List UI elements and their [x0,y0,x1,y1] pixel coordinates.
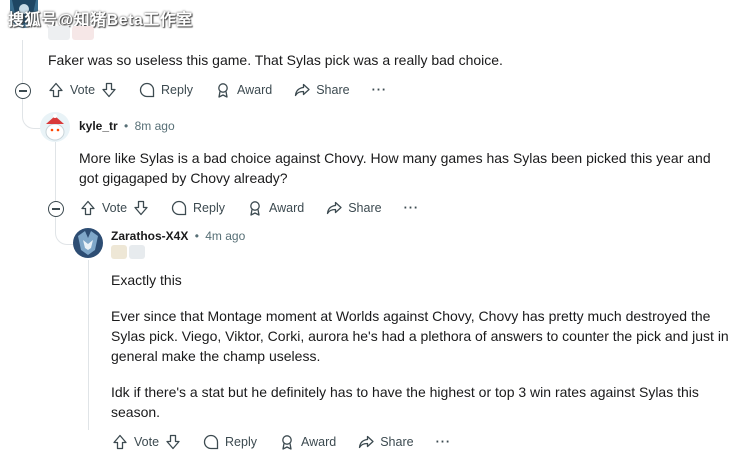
award-icon [282,435,292,450]
comment-1-text: Faker was so useless this game. That Syl… [48,52,503,68]
share-label: Share [348,201,382,215]
reply-button[interactable]: Reply [139,82,193,98]
share-button[interactable]: Share [326,200,382,216]
reply-label: Reply [193,201,225,215]
timestamp: 8m ago [134,119,175,133]
action-bar-1: Vote Reply Award Share ··· [48,78,409,102]
share-icon [359,435,374,449]
user-flair-top [48,26,94,40]
award-button[interactable]: Award [215,82,272,98]
vote-label: Vote [134,435,160,449]
reply-button[interactable]: Reply [203,434,257,450]
more-options-button[interactable]: ··· [372,83,388,97]
more-options-button[interactable]: ··· [436,435,452,449]
collapse-button-2[interactable] [48,201,64,217]
timestamp: 4m ago [205,229,246,243]
more-options-button[interactable]: ··· [404,201,420,215]
separator-dot: • [124,119,129,133]
share-button[interactable]: Share [294,82,350,98]
vote-group-3: Vote [112,434,181,450]
reply-bubble-icon [171,200,187,216]
champion-flair-icon [129,245,145,259]
reply-button[interactable]: Reply [171,200,225,216]
share-icon [327,201,342,215]
comment-3-paragraph-1: Exactly this [111,272,182,288]
collapse-button-1[interactable] [15,83,31,99]
comment-3-paragraph-3: Idk if there's a stat but he definitely … [111,384,699,420]
action-bar-2: Vote Reply Award Share ··· [80,196,441,220]
user-flair [111,245,145,259]
vote-group-2: Vote [80,200,149,216]
thread-line-2 [55,142,56,202]
award-label: Award [237,83,273,97]
award-icon [218,83,228,98]
username-zarathos[interactable]: Zarathos-X4X [111,229,188,243]
upvote-icon[interactable] [80,200,96,216]
reply-label: Reply [161,83,193,97]
vote-label: Vote [102,201,128,215]
share-label: Share [380,435,414,449]
downvote-icon[interactable] [133,200,149,216]
award-button[interactable]: Award [279,434,336,450]
comment-2-header: kyle_tr • 8m ago [79,119,175,133]
award-icon [250,201,260,216]
award-button[interactable]: Award [247,200,304,216]
vote-label: Vote [70,83,96,97]
reply-bubble-icon [139,82,155,98]
award-label: Award [301,435,337,449]
share-label: Share [316,83,350,97]
thread-connector-2 [55,216,74,245]
avatar-kyle-tr[interactable] [40,112,70,142]
thread-line-3 [88,260,89,430]
comment-2-text: More like Sylas is a bad choice against … [79,150,711,186]
upvote-icon[interactable] [48,82,64,98]
comment-3-paragraph-2: Ever since that Montage moment at Worlds… [111,308,729,364]
share-icon [295,83,310,97]
reply-bubble-icon [203,434,219,450]
username-kyle-tr[interactable]: kyle_tr [79,119,118,133]
upvote-icon[interactable] [112,434,128,450]
reply-label: Reply [225,435,257,449]
avatar-zarathos[interactable] [73,228,103,258]
action-bar-3: Vote Reply Award Share ··· [112,430,473,454]
share-button[interactable]: Share [358,434,414,450]
comment-3-header: Zarathos-X4X • 4m ago [111,229,245,243]
vote-group-1: Vote [48,82,117,98]
thread-connector-1 [22,100,41,129]
team-flair-icon [111,245,127,259]
downvote-icon[interactable] [165,434,181,450]
separator-dot: • [194,229,199,243]
downvote-icon[interactable] [101,82,117,98]
watermark: 搜狐号@知猪Beta工作室 [8,12,193,29]
award-label: Award [269,201,305,215]
